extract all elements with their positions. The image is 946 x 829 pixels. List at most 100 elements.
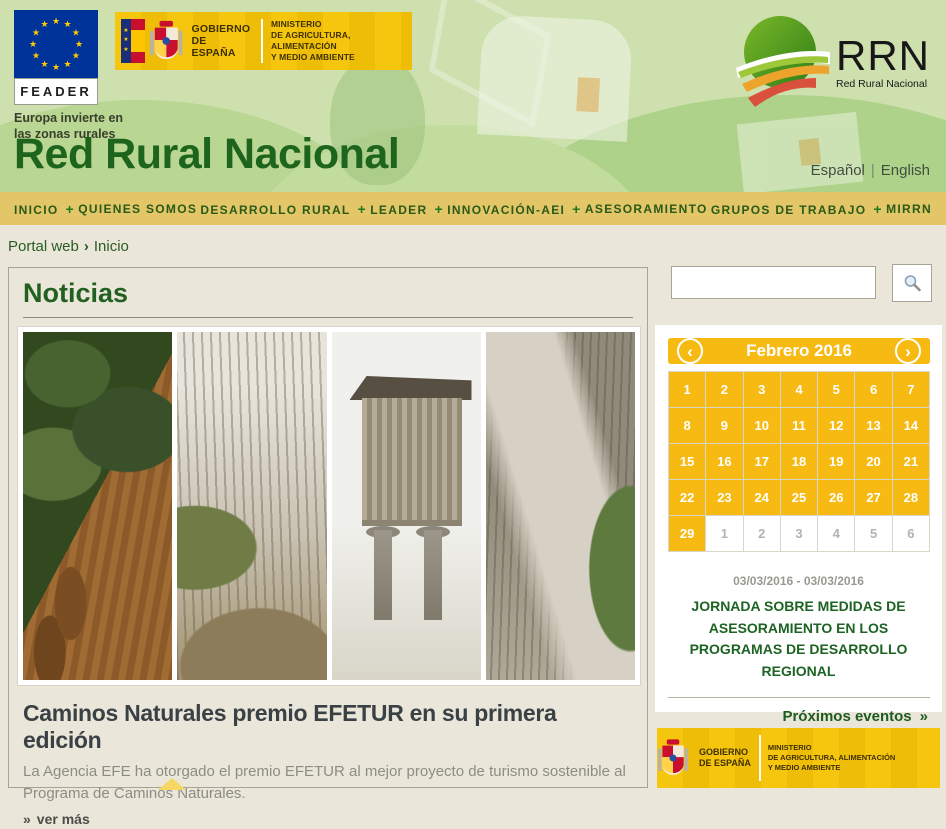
- photo-horreo-granary: [332, 332, 481, 680]
- page: ★★★ ★★★ ★★★ ★★★ FEADER Europa invierte e…: [0, 0, 946, 788]
- nav-item[interactable]: INICIO+: [14, 201, 75, 217]
- feader-logo: ★★★ ★★★ ★★★ ★★★ FEADER Europa invierte e…: [14, 10, 98, 142]
- calendar-day[interactable]: 8: [669, 408, 705, 443]
- nav-item[interactable]: DESARROLLO RURAL+: [200, 201, 367, 217]
- government-banner: ★★★ GOBIERNO DE ESPAÑA MINISTERIO: [115, 12, 412, 70]
- nav-plus-icon: +: [65, 201, 74, 217]
- scroll-pointer-triangle: [158, 778, 186, 790]
- header-house-decoration: [737, 112, 864, 192]
- calendar-day[interactable]: 17: [744, 444, 780, 479]
- double-arrow-icon: »: [920, 708, 928, 725]
- calendar-day[interactable]: 4: [818, 516, 854, 551]
- calendar-day[interactable]: 21: [893, 444, 929, 479]
- svg-text:★: ★: [52, 62, 60, 72]
- calendar-day[interactable]: 4: [781, 372, 817, 407]
- breadcrumb-separator: ›: [84, 238, 89, 255]
- calendar-day[interactable]: 2: [706, 372, 742, 407]
- footer-ministry-banner: GOBIERNO DE ESPAÑA MINISTERIO DE AGRICUL…: [657, 728, 940, 788]
- magnifier-icon: [902, 273, 922, 293]
- calendar-day[interactable]: 12: [818, 408, 854, 443]
- event-title-link[interactable]: JORNADA SOBRE MEDIDAS DE ASESORAMIENTO E…: [675, 596, 922, 683]
- calendar-day[interactable]: 19: [818, 444, 854, 479]
- banner-divider: [759, 735, 761, 781]
- ministerio-label: MINISTERIO DE AGRICULTURA, ALIMENTACIÓN …: [271, 19, 412, 63]
- calendar-day[interactable]: 23: [706, 480, 742, 515]
- footer-ministerio-label: MINISTERIO DE AGRICULTURA, ALIMENTACIÓN …: [768, 743, 896, 773]
- calendar-day[interactable]: 13: [855, 408, 891, 443]
- page-title: Red Rural Nacional: [14, 130, 399, 179]
- spain-coat-of-arms-icon: [657, 737, 689, 779]
- calendar-day[interactable]: 10: [744, 408, 780, 443]
- banner-divider: [261, 19, 263, 63]
- svg-text:★: ★: [72, 28, 80, 38]
- svg-text:★: ★: [52, 16, 60, 26]
- header-house-decoration: [477, 14, 633, 142]
- nav-item[interactable]: MIRRN: [886, 202, 932, 216]
- nav-plus-icon: +: [434, 201, 443, 217]
- calendar-day[interactable]: 27: [855, 480, 891, 515]
- nav-item[interactable]: QUIENES SOMOS: [78, 202, 197, 216]
- nav-item[interactable]: ASESORAMIENTO: [585, 202, 708, 216]
- calendar-day[interactable]: 3: [781, 516, 817, 551]
- proximos-eventos-link[interactable]: Próximos eventos»: [655, 708, 928, 725]
- search-button[interactable]: [892, 264, 932, 302]
- lang-english-link[interactable]: English: [881, 162, 930, 179]
- search-input[interactable]: [671, 266, 876, 299]
- rrn-sphere-icon: [732, 12, 832, 112]
- calendar-day[interactable]: 18: [781, 444, 817, 479]
- article-title-link[interactable]: Caminos Naturales premio EFETUR en su pr…: [23, 700, 633, 754]
- calendar-next-button[interactable]: ›: [895, 338, 921, 364]
- svg-text:★: ★: [63, 19, 71, 29]
- calendar-day[interactable]: 6: [855, 372, 891, 407]
- calendar-day[interactable]: 20: [855, 444, 891, 479]
- nav-item[interactable]: INNOVACIÓN-AEI+: [447, 201, 581, 217]
- spain-coat-of-arms-icon: [149, 18, 183, 64]
- calendar-day[interactable]: 5: [818, 372, 854, 407]
- news-article: Caminos Naturales premio EFETUR en su pr…: [23, 700, 633, 829]
- article-excerpt: La Agencia EFE ha otorgado el premio EFE…: [23, 761, 633, 805]
- calendar-day[interactable]: 24: [744, 480, 780, 515]
- calendar-day[interactable]: 29: [669, 516, 705, 551]
- double-arrow-icon: »: [23, 811, 31, 827]
- header: ★★★ ★★★ ★★★ ★★★ FEADER Europa invierte e…: [0, 0, 946, 192]
- calendar-month-title: Febrero 2016: [746, 341, 852, 361]
- calendar-day[interactable]: 14: [893, 408, 929, 443]
- calendar-day[interactable]: 25: [781, 480, 817, 515]
- spain-eu-flag-icon: ★★★: [121, 19, 145, 63]
- calendar-day[interactable]: 3: [744, 372, 780, 407]
- calendar-day[interactable]: 16: [706, 444, 742, 479]
- nav-item[interactable]: GRUPOS DE TRABAJO+: [711, 201, 883, 217]
- svg-text:★: ★: [32, 51, 40, 61]
- calendar-day[interactable]: 1: [706, 516, 742, 551]
- language-switcher: Español|English: [811, 162, 930, 179]
- calendar-day[interactable]: 22: [669, 480, 705, 515]
- lang-espanol-link[interactable]: Español: [811, 162, 865, 179]
- svg-text:★: ★: [72, 51, 80, 61]
- calendar-day[interactable]: 5: [855, 516, 891, 551]
- calendar-day[interactable]: 9: [706, 408, 742, 443]
- ver-mas-link[interactable]: »ver más: [23, 811, 90, 827]
- calendar-header: ‹ Febrero 2016 ›: [668, 338, 930, 364]
- calendar-day[interactable]: 28: [893, 480, 929, 515]
- news-photo-collage[interactable]: [17, 326, 641, 686]
- breadcrumb-portal-web[interactable]: Portal web: [8, 238, 79, 255]
- calendar-day[interactable]: 15: [669, 444, 705, 479]
- nav-item[interactable]: LEADER+: [370, 201, 444, 217]
- calendar-panel: ‹ Febrero 2016 › 1 2 3 4 5 6 7 8 9: [655, 325, 942, 712]
- calendar-day[interactable]: 6: [893, 516, 929, 551]
- breadcrumb-current: Inicio: [94, 238, 129, 255]
- event-divider: [668, 697, 930, 698]
- calendar-day[interactable]: 2: [744, 516, 780, 551]
- calendar-prev-button[interactable]: ‹: [677, 338, 703, 364]
- calendar-day[interactable]: 1: [669, 372, 705, 407]
- rrn-acronym: RRN: [836, 35, 930, 77]
- photo-cobblestone-path: [486, 332, 635, 680]
- nav-plus-icon: +: [358, 201, 367, 217]
- svg-text:★: ★: [40, 19, 48, 29]
- calendar-day[interactable]: 7: [893, 372, 929, 407]
- calendar-grid: 1 2 3 4 5 6 7 8 9 10 11 12: [668, 371, 930, 552]
- calendar-day[interactable]: 26: [818, 480, 854, 515]
- calendar-day[interactable]: 11: [781, 408, 817, 443]
- gobierno-espana-label: GOBIERNO DE ESPAÑA: [191, 23, 251, 59]
- rrn-name: Red Rural Nacional: [836, 78, 930, 90]
